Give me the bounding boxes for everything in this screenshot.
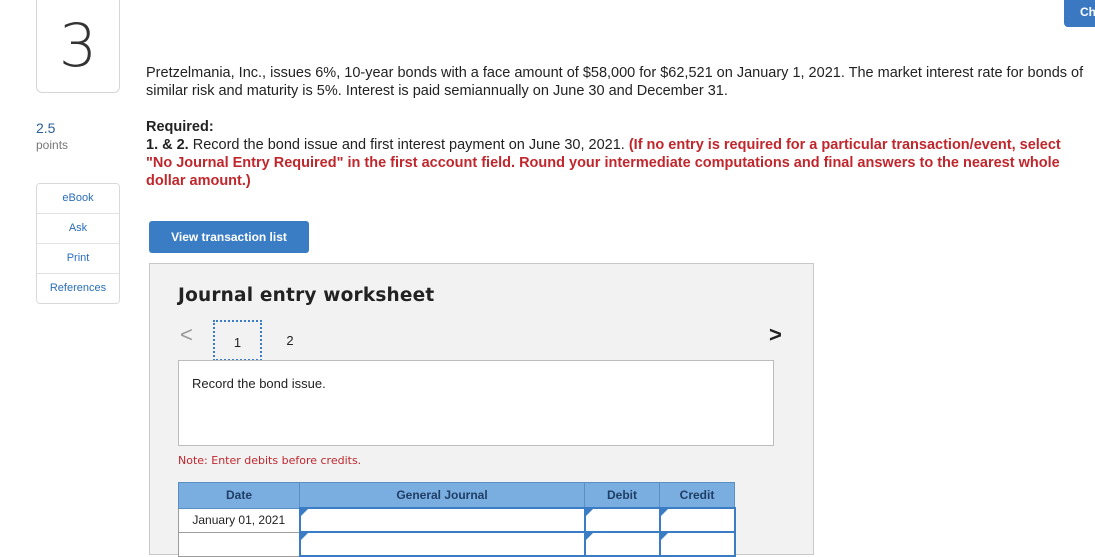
table-row: January 01, 2021 (178, 507, 736, 533)
print-button[interactable]: Print (37, 244, 119, 274)
column-header-credit: Credit (659, 482, 735, 509)
credit-input[interactable] (658, 531, 736, 557)
journal-table: Date General Journal Debit Credit Januar… (178, 482, 736, 557)
debit-input[interactable] (583, 507, 661, 533)
date-cell: January 01, 2021 (178, 507, 300, 533)
input-marker-icon (660, 509, 668, 516)
ebook-button[interactable]: eBook (37, 184, 119, 214)
side-menu: eBook Ask Print References (36, 183, 120, 304)
points-label: points (36, 138, 69, 152)
dropdown-marker-icon (300, 509, 308, 516)
required-body: 1. & 2. Record the bond issue and first … (146, 136, 1081, 190)
task-description-box: Record the bond issue. (178, 360, 774, 446)
required-instruction: Record the bond issue and first interest… (192, 137, 625, 153)
input-marker-icon (660, 533, 668, 540)
points-value: 2.5 (36, 120, 56, 136)
debit-input[interactable] (583, 531, 661, 557)
date-cell (178, 531, 300, 557)
question-number: 3 (36, 0, 120, 93)
debits-note: Note: Enter debits before credits. (178, 454, 362, 467)
credit-input[interactable] (658, 507, 736, 533)
dropdown-marker-icon (300, 533, 308, 540)
view-transaction-list-button[interactable]: View transaction list (149, 221, 309, 253)
page-tab-2[interactable]: 2 (280, 320, 300, 361)
next-arrow-icon[interactable]: > (769, 322, 782, 348)
worksheet-title: Journal entry worksheet (178, 285, 435, 306)
column-header-general-journal: General Journal (299, 482, 585, 509)
journal-entry-worksheet: Journal entry worksheet < 1 2 > Record t… (149, 263, 814, 557)
page-tab-1[interactable]: 1 (213, 320, 262, 361)
check-my-work-tab[interactable]: Ch (1064, 0, 1095, 27)
account-input[interactable] (298, 531, 586, 557)
required-section: Required: 1. & 2. Record the bond issue … (146, 118, 1081, 190)
input-marker-icon (585, 509, 593, 516)
ask-button[interactable]: Ask (37, 214, 119, 244)
required-number: 1. & 2. (146, 137, 189, 153)
table-row (178, 531, 736, 557)
input-marker-icon (585, 533, 593, 540)
problem-text: Pretzelmania, Inc., issues 6%, 10-year b… (146, 65, 1084, 99)
account-input[interactable] (298, 507, 586, 533)
prev-arrow-icon[interactable]: < (180, 322, 193, 348)
task-text: Record the bond issue. (192, 376, 326, 391)
required-heading: Required: (146, 119, 214, 135)
column-header-debit: Debit (584, 482, 660, 509)
column-header-date: Date (178, 482, 300, 509)
references-button[interactable]: References (37, 274, 119, 303)
